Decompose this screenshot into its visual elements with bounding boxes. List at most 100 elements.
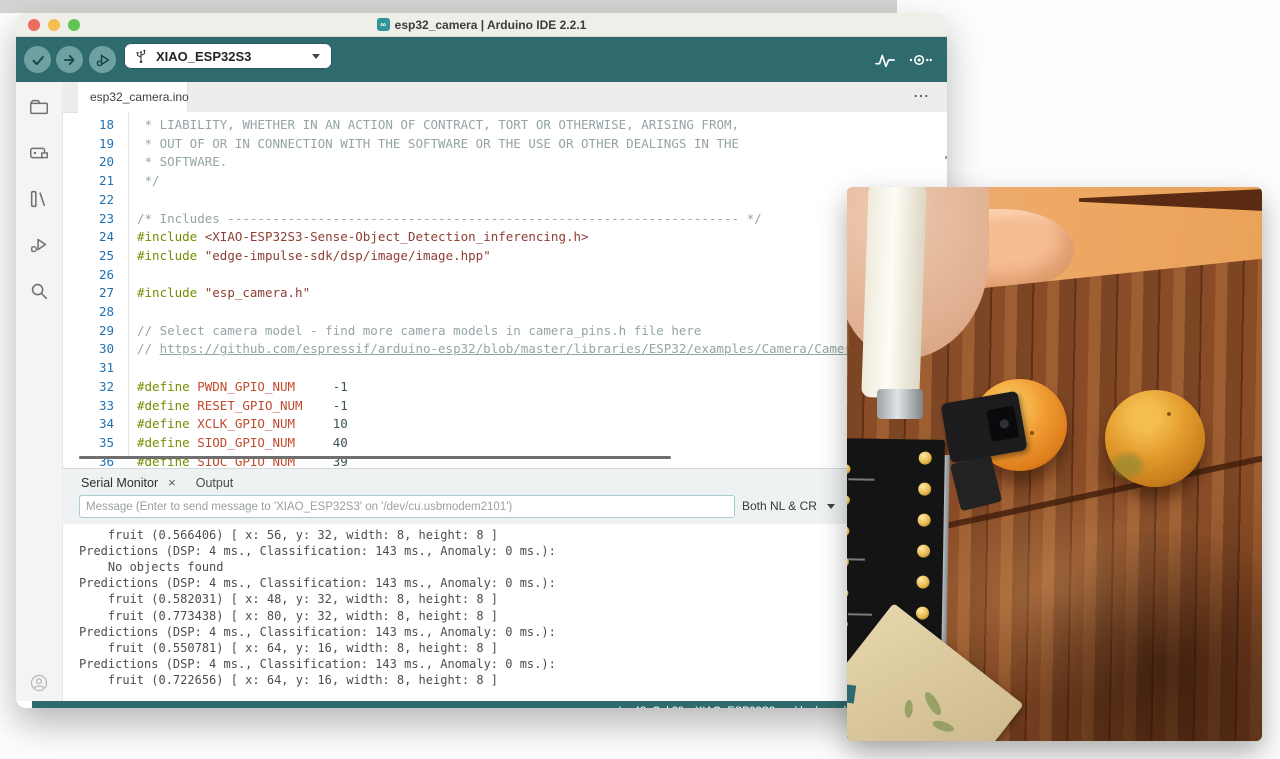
- serial-monitor-button[interactable]: [906, 46, 933, 73]
- debug-button[interactable]: [89, 46, 116, 73]
- line-number: 18: [78, 116, 114, 135]
- horizontal-scrollbar[interactable]: [79, 456, 671, 459]
- serial-output-line: Predictions (DSP: 4 ms., Classification:…: [79, 624, 556, 640]
- upload-button[interactable]: [56, 46, 83, 73]
- tab-esp32-camera-ino[interactable]: esp32_camera.ino: [78, 82, 188, 112]
- line-number: 36: [78, 453, 114, 468]
- line-number: 34: [78, 415, 114, 434]
- code-text: #define PWDN_GPIO_NUM -1: [137, 378, 348, 397]
- line-number: 19: [78, 135, 114, 154]
- code-line: 29 // Select camera model - find more cam…: [78, 322, 947, 341]
- library-manager-icon: [28, 188, 50, 210]
- sketchbook-folder-icon: [28, 96, 50, 118]
- line-ending-dropdown[interactable]: Both NL & CR: [742, 495, 835, 517]
- code-line: 28: [78, 303, 947, 322]
- pcb-gold-pin: [847, 495, 850, 505]
- line-number: 29: [78, 322, 114, 341]
- statusbar: Ln 48, Col 29 XIAO_ESP32S3 on /dev/cu.us…: [32, 701, 947, 708]
- pcb-gold-pin: [847, 619, 848, 629]
- tab-output[interactable]: Output: [196, 476, 234, 490]
- pcb-gold-pin: [917, 544, 930, 557]
- close-icon[interactable]: ×: [168, 475, 176, 490]
- activity-sidebar: [16, 82, 63, 701]
- code-line: 27#include "esp_camera.h": [78, 284, 947, 303]
- serial-output-line: fruit (0.722656) [ x: 64, y: 16, width: …: [79, 672, 498, 688]
- line-number: 31: [78, 359, 114, 378]
- code-text: #include <XIAO-ESP32S3-Sense-Object_Dete…: [137, 228, 589, 247]
- sidebar-item-search[interactable]: [28, 280, 50, 302]
- serial-output-line: Predictions (DSP: 4 ms., Classification:…: [79, 575, 556, 591]
- code-line: 34 #define XCLK_GPIO_NUM 10: [78, 415, 947, 434]
- camera-setup-photo: [847, 187, 1262, 741]
- card-leaf-print: [903, 699, 913, 718]
- tab-label: esp32_camera.ino: [90, 90, 189, 104]
- code-text: #define XCLK_GPIO_NUM 10: [137, 415, 348, 434]
- pcb-gold-pin: [918, 513, 931, 526]
- sidebar-item-boards-manager[interactable]: [28, 142, 50, 164]
- serial-output-line: fruit (0.566406) [ x: 56, y: 32, width: …: [79, 527, 498, 543]
- card-leaf-print: [923, 690, 944, 718]
- board-selector-dropdown[interactable]: XIAO_ESP32S3: [124, 43, 332, 69]
- debug-panel-icon: [28, 234, 50, 256]
- board-selector-label: XIAO_ESP32S3: [156, 49, 251, 64]
- code-text: #include "esp_camera.h": [137, 284, 310, 303]
- panel-tabs: Serial Monitor × Output: [81, 475, 233, 490]
- pcb-silkscreen: [848, 613, 872, 615]
- desktop-background-strip: [0, 0, 897, 13]
- verify-button[interactable]: [24, 46, 51, 73]
- serial-message-input[interactable]: [79, 495, 735, 518]
- line-number: 32: [78, 378, 114, 397]
- line-number: 24: [78, 228, 114, 247]
- line-number: 23: [78, 210, 114, 229]
- upload-icon: [61, 51, 79, 69]
- sidebar-item-library-manager[interactable]: [28, 188, 50, 210]
- card-leaf-print: [931, 718, 955, 735]
- code-line: 25#include "edge-impulse-sdk/dsp/image/i…: [78, 247, 947, 266]
- serial-output-line: Predictions (DSP: 4 ms., Classification:…: [79, 656, 556, 672]
- code-line: 21 */: [78, 172, 947, 191]
- code-text: // https://github.com/espressif/arduino-…: [137, 340, 867, 359]
- line-number: 33: [78, 397, 114, 416]
- toolbar: XIAO_ESP32S3: [16, 37, 947, 82]
- sidebar-item-debug[interactable]: [28, 234, 50, 256]
- code-text: #define SIOD_GPIO_NUM 40: [137, 434, 348, 453]
- serial-output-line: fruit (0.550781) [ x: 64, y: 16, width: …: [79, 640, 498, 656]
- boards-manager-icon: [28, 142, 50, 164]
- arduino-ide-window: ∞ esp32_camera | Arduino IDE 2.2.1: [16, 13, 947, 708]
- line-number: 30: [78, 340, 114, 359]
- code-text: #define SIOC_GPIO_NUM 39: [137, 453, 348, 468]
- sidebar-item-sketchbook[interactable]: [28, 96, 50, 118]
- code-line: 26: [78, 266, 947, 285]
- tab-serial-monitor[interactable]: Serial Monitor: [81, 476, 158, 490]
- pcb-gold-pin: [916, 606, 929, 619]
- vertical-scrollbar-thumb[interactable]: [945, 156, 947, 159]
- editor-tabbar: esp32_camera.ino ⋯: [62, 82, 947, 113]
- code-text: /* Includes ----------------------------…: [137, 210, 762, 229]
- pcb-gold-pin: [847, 588, 848, 598]
- code-editor[interactable]: 18 * LIABILITY, WHETHER IN AN ACTION OF …: [78, 112, 947, 468]
- serial-plotter-button[interactable]: [871, 46, 898, 73]
- photo-usb-plug: [861, 187, 926, 399]
- line-number: 25: [78, 247, 114, 266]
- code-text: // Select camera model - find more camer…: [137, 322, 701, 341]
- code-line: 20 * SOFTWARE.: [78, 153, 947, 172]
- code-text: * OUT OF OR IN CONNECTION WITH THE SOFTW…: [137, 135, 739, 154]
- line-number: 35: [78, 434, 114, 453]
- usb-icon: [134, 48, 148, 64]
- code-line: 23 /* Includes --------------------------…: [78, 210, 947, 229]
- serial-plotter-icon: [874, 50, 896, 70]
- chevron-down-icon: [312, 54, 320, 59]
- pcb-gold-pin: [919, 451, 932, 464]
- titlebar: ∞ esp32_camera | Arduino IDE 2.2.1: [16, 13, 947, 37]
- line-ending-label: Both NL & CR: [742, 499, 817, 513]
- sidebar-item-account[interactable]: [28, 672, 50, 694]
- pcb-silkscreen: [848, 478, 874, 480]
- tab-overflow-menu[interactable]: ⋯: [913, 86, 929, 106]
- search-icon: [28, 280, 50, 302]
- code-line: 32 #define PWDN_GPIO_NUM -1: [78, 378, 947, 397]
- code-line: 19 * OUT OF OR IN CONNECTION WITH THE SO…: [78, 135, 947, 154]
- chevron-down-icon: [827, 504, 835, 509]
- pcb-gold-pin: [916, 575, 929, 588]
- serial-output-line: Predictions (DSP: 4 ms., Classification:…: [79, 543, 556, 559]
- pcb-silkscreen: [847, 558, 865, 560]
